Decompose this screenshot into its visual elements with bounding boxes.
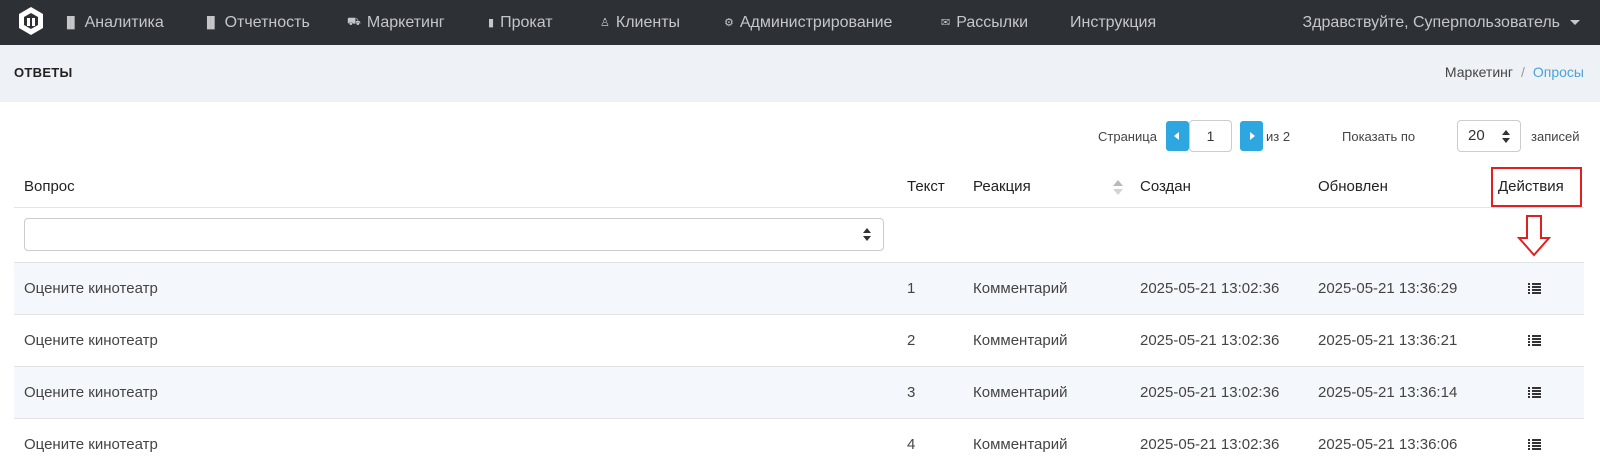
- nav-item-label: Прокат: [500, 13, 553, 31]
- nav-item-instructions[interactable]: Инструкция: [1070, 0, 1156, 45]
- cell-updated: 2025-05-21 13:36:21: [1318, 332, 1458, 349]
- cell-reaction: Комментарий: [973, 280, 1068, 297]
- question-filter-select[interactable]: [24, 218, 884, 251]
- cell-created: 2025-05-21 13:02:36: [1140, 280, 1280, 297]
- page-total-label: из 2: [1266, 128, 1291, 144]
- bar-chart-icon: ▐▌: [63, 16, 79, 29]
- cell-created: 2025-05-21 13:02:36: [1140, 332, 1280, 349]
- nav-item-label: Клиенты: [615, 13, 681, 31]
- prev-page-button[interactable]: [1166, 121, 1189, 151]
- table-row: Оцените кинотеатр 1 Комментарий 2025-05-…: [14, 262, 1584, 314]
- annotation-arrow-down-icon: [1516, 215, 1552, 257]
- nav-item-rental[interactable]: ▮ Прокат: [488, 0, 553, 45]
- user-icon: ♙: [600, 17, 610, 29]
- user-menu[interactable]: Здравствуйте, Суперпользователь: [1303, 0, 1580, 45]
- next-page-button[interactable]: [1240, 121, 1263, 151]
- table-row: Оцените кинотеатр 4 Комментарий 2025-05-…: [14, 418, 1584, 470]
- breadcrumb-separator: /: [1521, 64, 1525, 80]
- cell-question: Оцените кинотеатр: [24, 436, 158, 453]
- cell-reaction: Комментарий: [973, 332, 1068, 349]
- column-header-reaction[interactable]: Реакция: [973, 178, 1031, 195]
- cogs-icon: ⚙: [724, 17, 734, 29]
- sort-arrows-icon: [1502, 130, 1510, 144]
- user-greeting: Здравствуйте, Суперпользователь: [1302, 13, 1560, 31]
- cell-reaction: Комментарий: [973, 436, 1068, 453]
- nav-item-label: Аналитика: [84, 13, 164, 31]
- list-icon[interactable]: [1528, 283, 1541, 294]
- per-page-select[interactable]: 20: [1457, 120, 1521, 152]
- top-navbar: ▐▌ Аналитика ▐▌ Отчетность ⛟ Маркетинг ▮…: [0, 0, 1600, 45]
- logo-icon[interactable]: [18, 6, 44, 36]
- sort-icon[interactable]: [1113, 180, 1123, 196]
- per-page-value: 20: [1468, 127, 1485, 144]
- page-title: ОТВЕТЫ: [14, 65, 73, 80]
- nav-item-analytics[interactable]: ▐▌ Аналитика: [63, 0, 164, 45]
- header-divider: [14, 207, 1584, 208]
- breadcrumb-item-surveys[interactable]: Опросы: [1533, 64, 1584, 80]
- page-number-input[interactable]: [1189, 120, 1232, 152]
- cell-reaction: Комментарий: [973, 384, 1068, 401]
- sort-arrows-icon: [863, 228, 871, 242]
- cell-question: Оцените кинотеатр: [24, 332, 158, 349]
- column-header-created[interactable]: Создан: [1140, 178, 1191, 195]
- table-row: Оцените кинотеатр 3 Комментарий 2025-05-…: [14, 366, 1584, 418]
- column-header-updated[interactable]: Обновлен: [1318, 178, 1388, 195]
- cell-text: 2: [907, 332, 916, 349]
- cell-updated: 2025-05-21 13:36:14: [1318, 384, 1458, 401]
- records-label: записей: [1531, 128, 1580, 144]
- page-header: ОТВЕТЫ Маркетинг / Опросы: [0, 45, 1600, 102]
- cell-text: 3: [907, 384, 916, 401]
- per-page-label: Показать по: [1342, 128, 1416, 144]
- film-icon: ▮: [488, 17, 495, 29]
- cell-updated: 2025-05-21 13:36:06: [1318, 436, 1458, 453]
- chevron-down-icon: [1570, 20, 1580, 25]
- breadcrumb: Маркетинг / Опросы: [1445, 64, 1584, 80]
- cell-created: 2025-05-21 13:02:36: [1140, 436, 1280, 453]
- cell-text: 4: [907, 436, 916, 453]
- bar-chart-icon: ▐▌: [203, 16, 219, 29]
- nav-item-marketing[interactable]: ⛟ Маркетинг: [347, 0, 445, 45]
- nav-item-label: Отчетность: [224, 13, 310, 31]
- nav-item-label: Рассылки: [956, 13, 1029, 31]
- column-header-text[interactable]: Текст: [907, 178, 945, 195]
- cell-question: Оцените кинотеатр: [24, 280, 158, 297]
- nav-item-mailings[interactable]: ✉ Рассылки: [941, 0, 1028, 45]
- nav-item-admin[interactable]: ⚙ Администрирование: [724, 0, 892, 45]
- list-icon[interactable]: [1528, 335, 1541, 346]
- annotation-highlight-box: [1491, 167, 1582, 207]
- nav-item-label: Маркетинг: [366, 13, 445, 31]
- envelope-icon: ✉: [941, 17, 951, 29]
- cell-updated: 2025-05-21 13:36:29: [1318, 280, 1458, 297]
- list-icon[interactable]: [1528, 387, 1541, 398]
- list-icon[interactable]: [1528, 439, 1541, 450]
- nav-item-label: Администрирование: [739, 13, 893, 31]
- cell-created: 2025-05-21 13:02:36: [1140, 384, 1280, 401]
- cart-icon: ⛟: [347, 15, 361, 28]
- nav-item-clients[interactable]: ♙ Клиенты: [600, 0, 680, 45]
- nav-item-label: Инструкция: [1070, 13, 1157, 31]
- cell-text: 1: [907, 280, 916, 297]
- column-header-question[interactable]: Вопрос: [24, 178, 75, 195]
- page-label: Страница: [1098, 128, 1157, 144]
- table-row: Оцените кинотеатр 2 Комментарий 2025-05-…: [14, 314, 1584, 366]
- breadcrumb-item-marketing[interactable]: Маркетинг: [1445, 64, 1513, 80]
- nav-item-reports[interactable]: ▐▌ Отчетность: [203, 0, 310, 45]
- cell-question: Оцените кинотеатр: [24, 384, 158, 401]
